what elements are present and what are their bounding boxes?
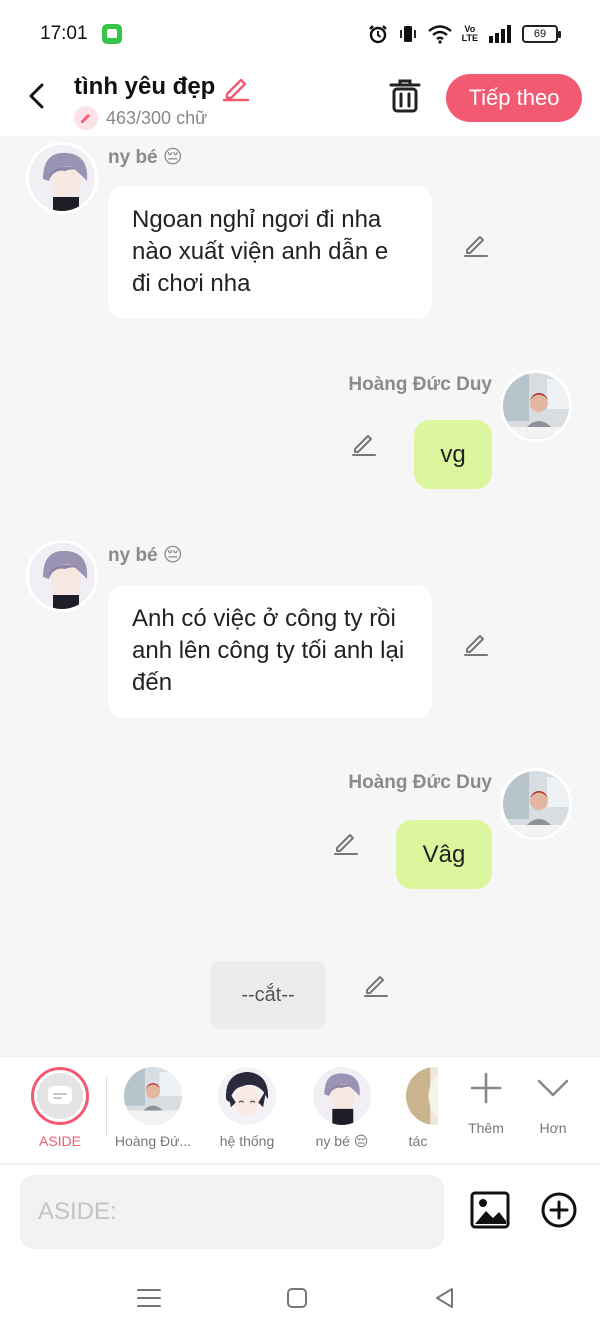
character-label: ASIDE — [38, 1133, 81, 1149]
battery-indicator: 69 — [522, 25, 561, 43]
character-he-thong[interactable]: hệ thống — [202, 1067, 292, 1149]
volte-indicator: Vo LTE — [461, 24, 478, 43]
word-count: 463/300 chữ — [106, 107, 208, 128]
wifi-icon — [427, 25, 452, 44]
delete-button[interactable] — [386, 76, 424, 116]
character-label: hệ thống — [219, 1133, 275, 1149]
more-actions-button[interactable] — [540, 1191, 578, 1229]
story-title[interactable]: tình yêu đẹp — [74, 73, 215, 101]
add-circle-icon — [541, 1192, 577, 1228]
plus-icon — [470, 1072, 502, 1104]
edit-title-pencil-icon[interactable] — [221, 72, 251, 102]
aside-avatar — [31, 1067, 89, 1125]
message-sender: Hoàng Đức Duy — [348, 374, 492, 395]
pencil-icon — [74, 106, 98, 130]
chevron-down-icon — [537, 1079, 569, 1097]
trash-icon — [389, 79, 421, 113]
message-bubble[interactable]: Anh có việc ở công ty rồi anh lên công t… — [108, 585, 432, 718]
chat-area[interactable]: ny bé 😔 Ngoan nghỉ ngơi đi nha nào xuất … — [0, 136, 600, 1056]
avatar-hoang-duc-duy — [124, 1067, 182, 1125]
system-back-button[interactable] — [430, 1283, 460, 1313]
back-button[interactable] — [20, 78, 56, 114]
alarm-icon — [368, 25, 387, 44]
status-time: 17:01 — [40, 23, 88, 44]
word-count-row: 463/300 chữ — [74, 106, 207, 130]
separator — [106, 1077, 107, 1137]
avatar-hoang-duc-duy[interactable] — [500, 370, 572, 442]
message-input[interactable] — [20, 1175, 444, 1249]
cut-marker[interactable]: --cắt-- — [210, 961, 326, 1029]
character-label: ny bé 😔 — [315, 1133, 369, 1149]
next-button[interactable]: Tiếp theo — [446, 74, 582, 122]
edit-icon[interactable] — [462, 629, 490, 657]
character-label: tác — [408, 1133, 428, 1149]
back-triangle-icon — [436, 1288, 453, 1308]
vibrate-icon — [399, 26, 416, 42]
more-button[interactable]: Hơn — [523, 1071, 583, 1136]
message-bubble[interactable]: Ngoan nghỉ ngơi đi nha nào xuất viện anh… — [108, 186, 432, 319]
system-navigation-bar — [0, 1263, 600, 1333]
edit-icon[interactable] — [362, 970, 390, 998]
message-bubble[interactable]: Vâg — [396, 820, 492, 889]
message-sender: Hoàng Đức Duy — [348, 772, 492, 793]
more-label: Hơn — [539, 1120, 567, 1136]
character-ny-be[interactable]: ny bé 😔 — [297, 1067, 387, 1150]
home-button[interactable] — [282, 1283, 312, 1313]
avatar-hoang-duc-duy[interactable] — [500, 768, 572, 840]
image-icon — [470, 1191, 510, 1229]
character-aside[interactable]: ASIDE — [15, 1067, 105, 1149]
avatar-ny-be[interactable] — [26, 142, 98, 214]
status-bar: 17:01 Vo LTE 69 — [0, 0, 600, 66]
character-selector: ASIDE Hoàng Đứ... hệ thống ny bé 😔 tác T… — [0, 1056, 600, 1164]
messenger-notification-icon — [102, 24, 122, 44]
status-icons: Vo LTE 69 — [368, 22, 561, 46]
add-character-button[interactable]: Thêm — [456, 1071, 516, 1136]
character-label: Hoàng Đứ... — [114, 1133, 192, 1149]
avatar-ny-be — [313, 1067, 371, 1125]
edit-icon[interactable] — [350, 429, 378, 457]
story-header: tình yêu đẹp 463/300 chữ Tiếp theo — [0, 66, 600, 136]
menu-icon — [137, 1289, 161, 1307]
add-label: Thêm — [468, 1120, 504, 1136]
message-bubble[interactable]: vg — [414, 420, 492, 489]
title-row[interactable]: tình yêu đẹp — [74, 72, 251, 102]
back-arrow-icon — [29, 83, 44, 109]
character-tac-gia[interactable]: tác — [398, 1067, 438, 1149]
chat-bubble-icon — [48, 1086, 72, 1104]
edit-icon[interactable] — [332, 828, 360, 856]
insert-image-button[interactable] — [470, 1191, 510, 1229]
edit-icon[interactable] — [462, 230, 490, 258]
avatar-tac-gia — [406, 1067, 438, 1125]
signal-icon — [489, 25, 511, 43]
avatar-he-thong — [218, 1067, 276, 1125]
recent-apps-button[interactable] — [134, 1283, 164, 1313]
message-sender: ny bé 😔 — [108, 545, 183, 566]
home-square-icon — [287, 1288, 307, 1308]
composer — [0, 1165, 600, 1263]
avatar-ny-be[interactable] — [26, 540, 98, 612]
message-sender: ny bé 😔 — [108, 147, 183, 168]
character-hoang-duc-duy[interactable]: Hoàng Đứ... — [109, 1067, 197, 1149]
